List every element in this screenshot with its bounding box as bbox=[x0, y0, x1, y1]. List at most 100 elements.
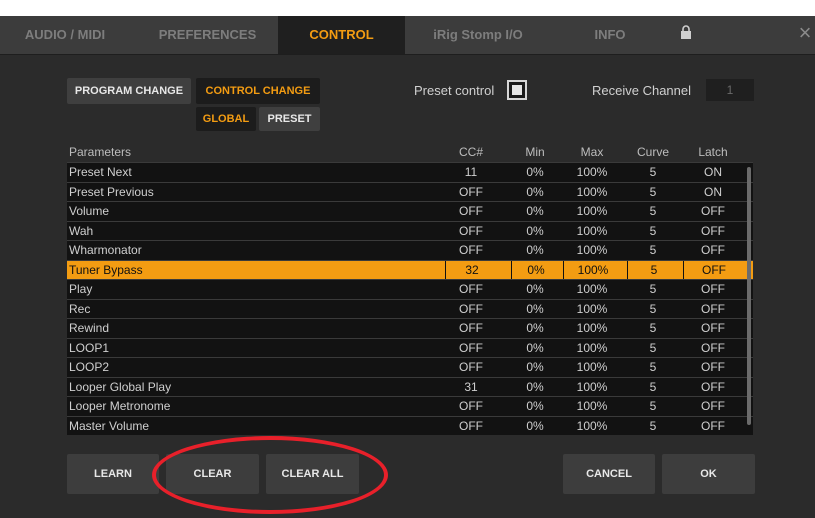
row-max: 100% bbox=[576, 321, 608, 335]
row-latch: OFF bbox=[701, 321, 725, 335]
row-max: 100% bbox=[576, 282, 608, 296]
tab-control[interactable]: CONTROL bbox=[278, 16, 405, 54]
row-latch: OFF bbox=[701, 223, 725, 238]
row-max: 100% bbox=[576, 243, 608, 257]
control-change-button[interactable]: CONTROL CHANGE bbox=[196, 78, 320, 104]
row-min: 0% bbox=[526, 223, 544, 238]
row-name: Volume bbox=[69, 204, 110, 218]
row-min: 0% bbox=[526, 165, 544, 179]
row-cc: 32 bbox=[445, 260, 498, 280]
program-change-button[interactable]: PROGRAM CHANGE bbox=[67, 78, 191, 104]
table-scrollbar[interactable] bbox=[747, 167, 751, 425]
receive-channel-field[interactable]: 1 bbox=[706, 79, 754, 101]
table-row[interactable]: Rec OFF 0% 100% 5 OFF bbox=[67, 298, 753, 318]
row-latch: OFF bbox=[701, 243, 725, 257]
table-row[interactable]: Wah OFF 0% 100% 5 OFF bbox=[67, 220, 753, 240]
row-name: Master Volume bbox=[69, 418, 150, 433]
global-button[interactable]: GLOBAL bbox=[196, 107, 256, 131]
row-latch: ON bbox=[704, 184, 722, 199]
clear-button[interactable]: CLEAR bbox=[166, 454, 259, 494]
row-cc: OFF bbox=[459, 321, 483, 335]
receive-channel-label: Receive Channel bbox=[592, 83, 692, 98]
row-min: 0% bbox=[511, 260, 560, 280]
table-row[interactable]: LOOP1 OFF 0% 100% 5 OFF bbox=[67, 337, 753, 357]
row-max: 100% bbox=[576, 360, 608, 374]
ok-button[interactable]: OK bbox=[662, 454, 755, 494]
row-max: 100% bbox=[576, 301, 608, 316]
row-min: 0% bbox=[526, 418, 544, 433]
row-curve: 5 bbox=[649, 204, 657, 218]
preset-control-label: Preset control bbox=[414, 83, 495, 98]
table-row[interactable]: Rewind OFF 0% 100% 5 OFF bbox=[67, 318, 753, 338]
table-rows: Preset Next 11 0% 100% 5 ON Preset Previous OFF… bbox=[67, 162, 753, 435]
table-row[interactable]: Wharmonator OFF 0% 100% 5 OFF bbox=[67, 240, 753, 260]
row-name: Rewind bbox=[69, 321, 110, 335]
row-curve: 5 bbox=[649, 184, 657, 199]
tab-preferences[interactable]: PREFERENCES bbox=[140, 16, 275, 54]
row-cc: OFF bbox=[459, 340, 483, 355]
row-latch: OFF bbox=[701, 340, 725, 355]
tab-info[interactable]: INFO bbox=[560, 16, 660, 54]
table-row[interactable]: LOOP2 OFF 0% 100% 5 OFF bbox=[67, 357, 753, 377]
table-row[interactable]: Master Volume OFF 0% 100% 5 OFF bbox=[67, 415, 753, 435]
row-min: 0% bbox=[526, 282, 544, 296]
clear-all-button[interactable]: CLEAR ALL bbox=[266, 454, 359, 494]
row-min: 0% bbox=[526, 399, 544, 413]
table-row[interactable]: Looper Global Play 31 0% 100% 5 OFF bbox=[67, 376, 753, 396]
row-curve: 5 bbox=[649, 418, 657, 433]
row-name: Play bbox=[69, 282, 93, 296]
row-cc: 11 bbox=[464, 165, 478, 179]
row-curve: 5 bbox=[649, 340, 657, 355]
table-row[interactable]: Play OFF 0% 100% 5 OFF bbox=[67, 279, 753, 299]
cancel-button[interactable]: CANCEL bbox=[563, 454, 655, 494]
row-min: 0% bbox=[526, 360, 544, 374]
row-curve: 5 bbox=[649, 321, 657, 335]
table-row[interactable]: Looper Metronome OFF 0% 100% 5 OFF bbox=[67, 396, 753, 416]
row-name: Preset Previous bbox=[69, 184, 154, 199]
row-name: Rec bbox=[69, 301, 91, 316]
preset-control-checkbox[interactable] bbox=[507, 80, 527, 100]
row-min: 0% bbox=[526, 340, 544, 355]
row-latch: OFF bbox=[701, 418, 725, 433]
row-max: 100% bbox=[563, 260, 622, 280]
row-max: 100% bbox=[576, 379, 608, 394]
row-name: Preset Next bbox=[69, 165, 132, 179]
parameters-table: Parameters CC# Min Max Curve Latch Prese… bbox=[67, 145, 753, 440]
table-row[interactable]: Volume OFF 0% 100% 5 OFF bbox=[67, 201, 753, 221]
row-curve: 5 bbox=[649, 282, 657, 296]
row-cc: OFF bbox=[459, 399, 483, 413]
row-cc: OFF bbox=[459, 360, 483, 374]
learn-button[interactable]: LEARN bbox=[67, 454, 159, 494]
row-max: 100% bbox=[576, 399, 608, 413]
row-min: 0% bbox=[526, 243, 544, 257]
header-min: Min bbox=[525, 145, 545, 159]
table-row[interactable]: Tuner Bypass 32 0% 100% 5 OFF bbox=[67, 259, 753, 280]
row-name: Tuner Bypass bbox=[69, 262, 143, 277]
row-min: 0% bbox=[526, 204, 544, 218]
row-max: 100% bbox=[576, 340, 608, 355]
table-row[interactable]: Preset Previous OFF 0% 100% 5 ON bbox=[67, 181, 753, 201]
table-row[interactable]: Preset Next 11 0% 100% 5 ON bbox=[67, 162, 753, 182]
row-cc: OFF bbox=[459, 243, 483, 257]
row-cc: OFF bbox=[459, 418, 483, 433]
header-curve: Curve bbox=[636, 145, 669, 159]
row-latch: OFF bbox=[701, 204, 725, 218]
tab-audio-midi[interactable]: AUDIO / MIDI bbox=[0, 16, 130, 54]
row-max: 100% bbox=[576, 165, 608, 179]
row-curve: 5 bbox=[649, 379, 657, 394]
close-icon[interactable]: × bbox=[795, 22, 815, 46]
row-cc: OFF bbox=[459, 301, 483, 316]
row-max: 100% bbox=[576, 418, 608, 433]
row-curve: 5 bbox=[649, 165, 657, 179]
top-strip bbox=[0, 0, 815, 16]
preset-button[interactable]: PRESET bbox=[259, 107, 320, 131]
tab-irig-stomp-io[interactable]: iRig Stomp I/O bbox=[408, 16, 548, 54]
row-min: 0% bbox=[526, 321, 544, 335]
row-min: 0% bbox=[526, 379, 544, 394]
row-curve: 5 bbox=[649, 301, 657, 316]
row-cc: OFF bbox=[459, 204, 483, 218]
row-max: 100% bbox=[576, 223, 608, 238]
row-min: 0% bbox=[526, 301, 544, 316]
header-parameters: Parameters bbox=[69, 145, 132, 159]
settings-tab-bar: AUDIO / MIDI PREFERENCES CONTROL iRig St… bbox=[0, 16, 815, 55]
